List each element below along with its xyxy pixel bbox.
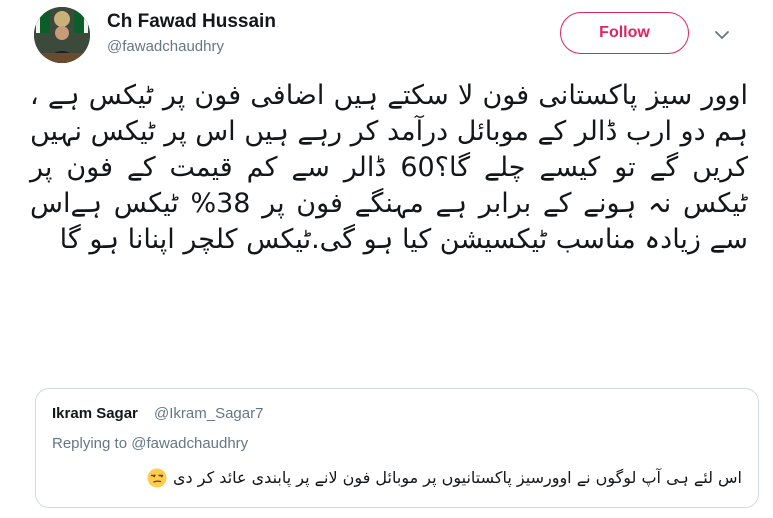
tweet-text: اوور سیز پاکستانی فون لا سکتے ہیں اضافی … (30, 80, 748, 255)
author-name[interactable]: Ch Fawad Hussain (107, 11, 276, 33)
quoted-text: اس لئے ہی آپ لوگوں نے اوورسیز پاکستانیوں… (173, 468, 742, 487)
follow-button[interactable]: Follow (560, 12, 689, 54)
quoted-author-handle: @Ikram_Sagar7 (154, 405, 264, 422)
profile-photo (34, 7, 90, 63)
chevron-down-icon[interactable] (712, 25, 732, 45)
unamused-face-icon (147, 468, 167, 488)
tweet-card: Ch Fawad Hussain @fawadchaudhry Follow ا… (0, 0, 773, 518)
replying-to-handle[interactable]: @fawadchaudhry (131, 435, 248, 452)
quoted-text-row: اس لئے ہی آپ لوگوں نے اوورسیز پاکستانیوں… (147, 467, 742, 489)
author-avatar[interactable] (34, 7, 90, 63)
quoted-tweet[interactable]: Ikram Sagar @Ikram_Sagar7 Replying to @f… (35, 388, 759, 508)
replying-to-label: Replying to (52, 435, 128, 452)
author-handle[interactable]: @fawadchaudhry (107, 38, 224, 55)
quoted-author-name: Ikram Sagar (52, 405, 138, 422)
replying-to-line: Replying to @fawadchaudhry (52, 435, 248, 452)
